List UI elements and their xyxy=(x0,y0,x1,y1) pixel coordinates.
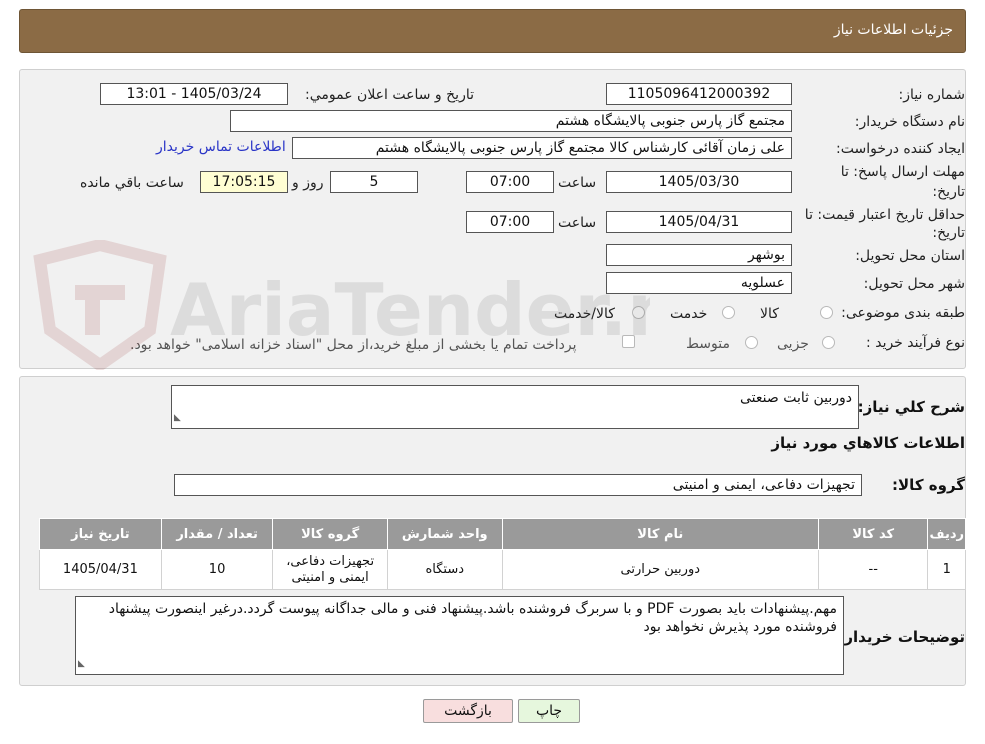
city-field: عسلویه xyxy=(606,272,792,294)
buyer-org-label: نام دستگاه خریدار: xyxy=(854,114,965,130)
province-label: استان محل تحویل: xyxy=(855,248,965,264)
reply-time-field: 07:00 xyxy=(466,171,554,193)
city-label: شهر محل تحویل: xyxy=(863,276,965,292)
province-field: بوشهر xyxy=(606,244,792,266)
purchase-minor-label: جزیی xyxy=(777,336,809,352)
days-label: روز و xyxy=(292,175,324,191)
col-unit: واحد شمارش xyxy=(386,518,503,550)
treasury-payment-note: پرداخت تمام یا بخشی از مبلغ خرید،از محل … xyxy=(130,337,577,353)
reply-deadline-label-1: مهلت ارسال پاسخ: تا xyxy=(840,164,965,180)
price-validity-time-field: 07:00 xyxy=(466,211,554,233)
table-row: 1 -- دوربین حرارتی دستگاه تجهیزات دفاعی،… xyxy=(39,549,966,590)
resize-grip-icon[interactable]: ◢ xyxy=(174,409,181,427)
need-number-field: 1105096412000392 xyxy=(606,83,792,105)
cell-date: 1405/04/31 xyxy=(39,549,162,590)
announce-datetime-field: 1405/03/24 - 13:01 xyxy=(100,83,288,105)
purchase-minor-radio[interactable] xyxy=(822,336,835,349)
page-title: جزئیات اطلاعات نیاز xyxy=(833,22,953,38)
price-validity-date-field: 1405/04/31 xyxy=(606,211,792,233)
category-service-radio[interactable] xyxy=(722,306,735,319)
buyer-notes-textarea[interactable]: مهم.پیشنهادات باید بصورت PDF و با سربرگ … xyxy=(75,596,844,675)
print-button[interactable]: چاپ xyxy=(518,699,580,723)
reply-deadline-date-field: 1405/03/30 xyxy=(606,171,792,193)
reply-deadline-label-2: تاریخ: xyxy=(932,184,965,200)
purchase-type-label: نوع فرآیند خرید : xyxy=(866,335,965,351)
category-goods-service-radio[interactable] xyxy=(632,306,645,319)
items-heading: اطلاعات کالاهاي مورد نیاز xyxy=(771,434,965,452)
cell-group: تجهیزات دفاعی، ایمنی و امنیتی xyxy=(272,549,388,590)
category-goods-service-label: کالا/خدمت xyxy=(554,306,615,322)
cell-name: دوربین حرارتی xyxy=(501,549,819,590)
remaining-time-field: 17:05:15 xyxy=(200,171,288,193)
items-table-header: ردیف کد کالا نام کالا واحد شمارش گروه کا… xyxy=(39,518,966,550)
announce-datetime-label: تاریخ و ساعت اعلان عمومي: xyxy=(305,87,474,103)
resize-grip-icon[interactable]: ◢ xyxy=(78,655,85,673)
col-row: ردیف xyxy=(927,518,966,550)
summary-textarea[interactable]: دوربین ثابت صنعتی ◢ xyxy=(171,385,859,429)
col-code: کد کالا xyxy=(817,518,929,550)
buyer-notes-text: مهم.پیشنهادات باید بصورت PDF و با سربرگ … xyxy=(108,601,837,635)
items-table: ردیف کد کالا نام کالا واحد شمارش گروه کا… xyxy=(39,518,966,590)
price-validity-label-2: تاریخ: xyxy=(932,225,965,241)
goods-group-field: تجهیزات دفاعی، ایمنی و امنیتی xyxy=(174,474,862,496)
summary-text: دوربین ثابت صنعتی xyxy=(740,390,852,406)
requester-label: ایجاد کننده درخواست: xyxy=(836,141,965,157)
cell-code: -- xyxy=(817,549,929,590)
category-goods-label: کالا xyxy=(760,306,779,322)
buyer-contact-link[interactable]: اطلاعات تماس خریدار xyxy=(156,139,286,155)
buyer-org-field: مجتمع گاز پارس جنوبی پالایشگاه هشتم xyxy=(230,110,792,132)
col-qty: تعداد / مقدار xyxy=(160,518,274,550)
purchase-medium-radio[interactable] xyxy=(745,336,758,349)
back-button[interactable]: بازگشت xyxy=(423,699,513,723)
col-group: گروه کالا xyxy=(272,518,388,550)
goods-group-label: گروه کالا: xyxy=(892,476,965,494)
treasury-payment-checkbox[interactable] xyxy=(622,335,635,348)
category-goods-radio[interactable] xyxy=(820,306,833,319)
remaining-time-label: ساعت باقي مانده xyxy=(80,175,184,191)
price-validity-label-1: حداقل تاریخ اعتبار قیمت: تا xyxy=(804,207,965,223)
purchase-medium-label: متوسط xyxy=(686,336,730,352)
category-label: طبقه بندی موضوعی: xyxy=(841,305,965,321)
cell-qty: 10 xyxy=(160,549,274,590)
price-validity-time-label: ساعت xyxy=(558,215,597,231)
reply-time-label: ساعت xyxy=(558,175,597,191)
requester-field: علی زمان آقائی کارشناس کالا مجتمع گاز پا… xyxy=(292,137,792,159)
cell-unit: دستگاه xyxy=(386,549,503,590)
remaining-days-field: 5 xyxy=(330,171,418,193)
col-date: تاریخ نیاز xyxy=(39,518,162,550)
cell-row: 1 xyxy=(927,549,966,590)
page-header: جزئیات اطلاعات نیاز xyxy=(19,9,966,53)
need-number-label: شماره نیاز: xyxy=(898,87,966,103)
category-service-label: خدمت xyxy=(670,306,708,322)
col-name: نام کالا xyxy=(501,518,819,550)
buyer-notes-label: توضیحات خریدار: xyxy=(838,628,965,646)
summary-label: شرح کلي نیاز: xyxy=(857,398,965,416)
